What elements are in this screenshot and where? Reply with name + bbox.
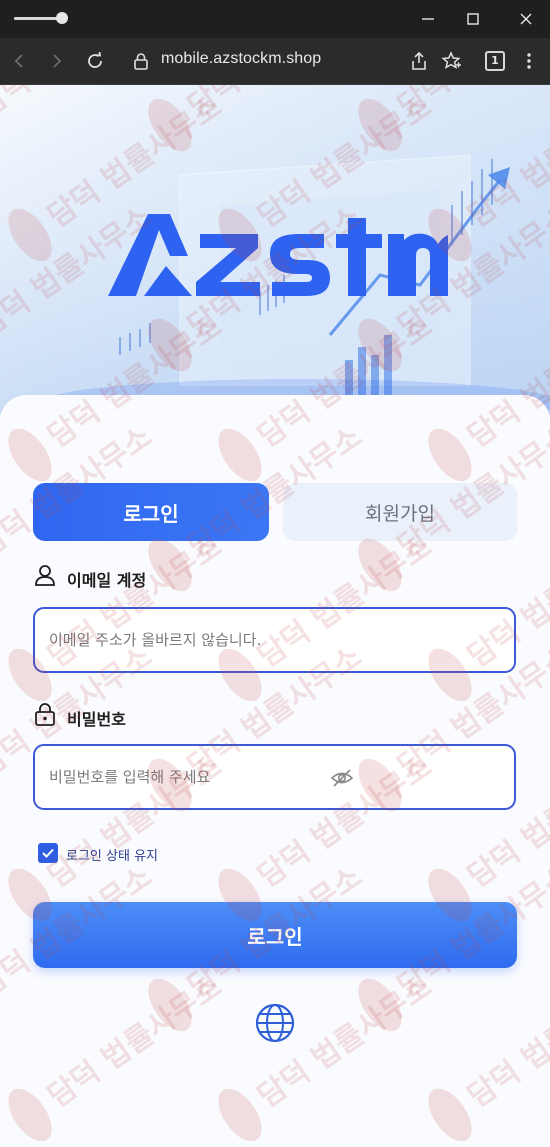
zoom-slider-knob[interactable] [56, 12, 68, 24]
back-icon[interactable] [8, 49, 32, 73]
browser-titlebar [0, 0, 550, 38]
share-icon[interactable] [407, 49, 431, 73]
browser-toolbar: mobile.azstockm.shop 1 [0, 38, 550, 85]
menu-icon[interactable] [517, 49, 541, 73]
login-submit-button[interactable]: 로그인 [33, 902, 517, 968]
tab-signup[interactable]: 회원가입 [283, 483, 517, 541]
tab-login[interactable]: 로그인 [33, 483, 269, 541]
azstm-logo [108, 214, 448, 296]
hero-banner [0, 85, 550, 415]
url-bar[interactable]: mobile.azstockm.shop [161, 50, 321, 68]
user-icon [35, 565, 55, 586]
remember-label[interactable]: 로그인 상태 유지 [66, 845, 158, 864]
email-label: 이메일 계정 [67, 571, 147, 590]
site-info-icon[interactable] [129, 49, 153, 73]
close-icon[interactable] [515, 8, 537, 30]
password-label: 비밀번호 [67, 710, 126, 729]
forward-icon[interactable] [44, 49, 68, 73]
password-input[interactable] [33, 744, 516, 810]
minimize-icon[interactable] [417, 8, 439, 30]
tab-count-button[interactable]: 1 [485, 51, 505, 71]
remember-checkbox[interactable] [38, 843, 58, 863]
maximize-icon[interactable] [462, 8, 484, 30]
reload-icon[interactable] [83, 49, 107, 73]
bookmark-add-icon[interactable] [439, 49, 463, 73]
zoom-slider-fill [14, 17, 58, 20]
check-icon [42, 848, 54, 858]
lock-icon [35, 703, 55, 726]
globe-icon[interactable] [254, 1002, 296, 1044]
eye-off-icon[interactable] [330, 766, 354, 790]
email-input[interactable] [33, 607, 516, 673]
